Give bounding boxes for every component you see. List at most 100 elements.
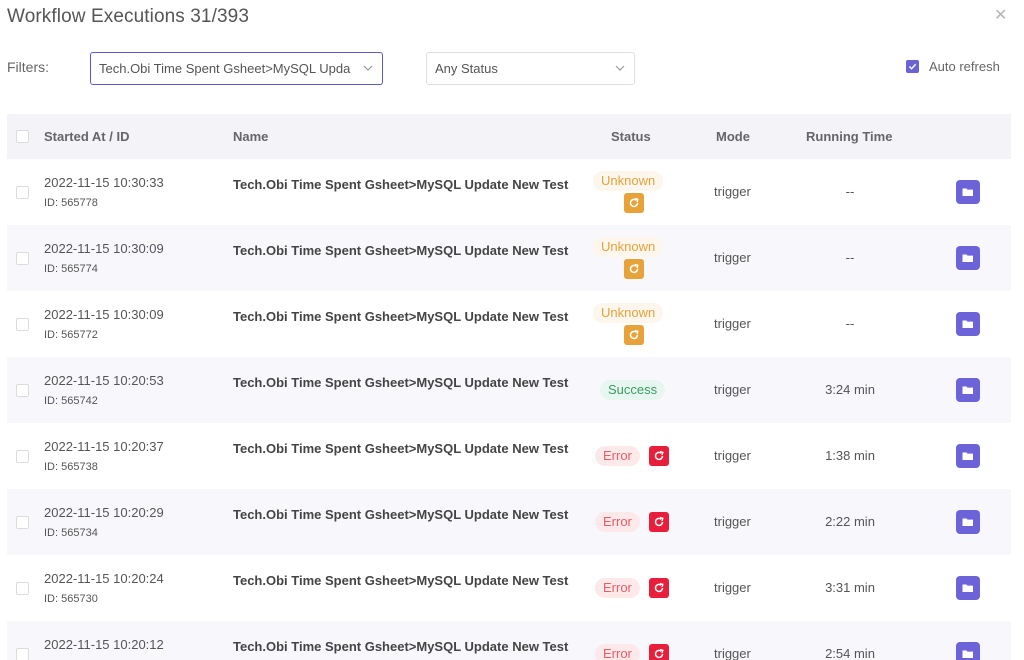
retry-button[interactable] <box>624 325 644 345</box>
status-badge: Error <box>595 578 640 598</box>
row-checkbox[interactable] <box>16 516 29 529</box>
running-time: 3:31 min <box>825 580 875 595</box>
started-at: 2022-11-15 10:30:33 <box>44 175 164 190</box>
table-row[interactable]: 2022-11-15 10:30:09 ID: 565772 Tech.Obi Ti… <box>7 291 1011 357</box>
execution-mode: trigger <box>714 184 751 199</box>
running-time: 3:24 min <box>825 382 875 397</box>
running-time: -- <box>845 316 855 331</box>
row-checkbox[interactable] <box>16 648 29 660</box>
retry-icon <box>629 197 639 208</box>
execution-mode: trigger <box>714 580 751 595</box>
execution-mode: trigger <box>714 646 751 660</box>
row-checkbox[interactable] <box>16 186 29 199</box>
workflow-name: Tech.Obi Time Spent Gsheet>MySQL Update … <box>233 639 569 654</box>
retry-button[interactable] <box>649 578 669 598</box>
open-execution-button[interactable] <box>956 642 980 660</box>
open-execution-button[interactable] <box>956 180 980 204</box>
table-row[interactable]: 2022-11-15 10:20:12ID: 565726Tech.Obi Ti… <box>7 621 1011 660</box>
open-execution-button[interactable] <box>956 510 980 534</box>
open-execution-button[interactable] <box>956 378 980 402</box>
started-at: 2022-11-15 10:20:12 <box>44 637 164 652</box>
auto-refresh-checkbox[interactable] <box>906 60 919 73</box>
header-status: Status <box>611 129 651 144</box>
status-filter-value: Any Status <box>435 61 498 76</box>
table-row[interactable]: 2022-11-15 10:20:29 ID: 565734 Tech.Obi Ti… <box>7 489 1011 555</box>
started-at: 2022-11-15 10:20:37 <box>44 439 164 454</box>
close-icon[interactable]: ✕ <box>994 6 1007 26</box>
table-row[interactable]: 2022-11-15 10:20:37 ID: 565738 Tech.Obi Ti… <box>7 423 1011 489</box>
folder-open-icon <box>962 386 973 394</box>
workflow-name: Tech.Obi Time Spent Gsheet>MySQL Update … <box>233 573 569 588</box>
retry-button[interactable] <box>649 446 669 466</box>
execution-id: ID: 565730 <box>44 593 98 605</box>
execution-id: ID: 565734 <box>44 527 98 539</box>
retry-icon <box>654 450 664 461</box>
row-checkbox[interactable] <box>16 318 29 331</box>
open-execution-button[interactable] <box>956 576 980 600</box>
header-name: Name <box>233 129 269 144</box>
executions-table: Started At / ID Name Status Mode Running… <box>7 114 1011 660</box>
running-time: -- <box>845 250 855 265</box>
header-running-time: Running Time <box>806 129 893 144</box>
retry-button[interactable] <box>649 512 669 532</box>
retry-button[interactable] <box>649 644 669 660</box>
execution-id: ID: 565742 <box>44 395 98 407</box>
open-execution-button[interactable] <box>956 246 980 270</box>
execution-mode: trigger <box>714 514 751 529</box>
header-started: Started At / ID <box>44 129 130 144</box>
table-body: 2022-11-15 10:30:33 ID: 565778 Tech.Obi Ti… <box>7 159 1011 660</box>
chevron-down-icon <box>615 65 625 71</box>
workflow-filter-value: Tech.Obi Time Spent Gsheet>MySQL Upda <box>99 61 351 76</box>
execution-id: ID: 565738 <box>44 461 98 473</box>
filters-label: Filters: <box>7 59 49 75</box>
select-all-checkbox[interactable] <box>16 130 29 143</box>
folder-open-icon <box>962 320 973 328</box>
workflow-name: Tech.Obi Time Spent Gsheet>MySQL Update … <box>233 441 569 456</box>
started-at: 2022-11-15 10:20:29 <box>44 505 164 520</box>
row-checkbox[interactable] <box>16 582 29 595</box>
open-execution-button[interactable] <box>956 312 980 336</box>
status-badge: Unknown <box>593 237 664 257</box>
retry-button[interactable] <box>624 259 644 279</box>
workflow-name: Tech.Obi Time Spent Gsheet>MySQL Update … <box>233 507 569 522</box>
folder-open-icon <box>962 650 973 658</box>
table-row[interactable]: 2022-11-15 10:20:53 ID: 565742 Tech.Obi Ti… <box>7 357 1011 423</box>
retry-icon <box>654 648 664 659</box>
auto-refresh-label: Auto refresh <box>929 59 1000 74</box>
execution-id: ID: 565772 <box>44 329 98 341</box>
retry-icon <box>629 263 639 274</box>
started-at: 2022-11-15 10:20:24 <box>44 571 164 586</box>
table-row[interactable]: 2022-11-15 10:30:33 ID: 565778 Tech.Obi Ti… <box>7 159 1011 225</box>
table-row[interactable]: 2022-11-15 10:30:09 ID: 565774 Tech.Obi Ti… <box>7 225 1011 291</box>
modal-title: Workflow Executions 31/393 <box>7 6 249 27</box>
started-at: 2022-11-15 10:30:09 <box>44 307 164 322</box>
status-badge: Unknown <box>593 303 664 323</box>
status-badge: Unknown <box>593 171 664 191</box>
folder-open-icon <box>962 452 973 460</box>
retry-icon <box>654 516 664 527</box>
running-time: -- <box>845 184 855 199</box>
status-badge: Success <box>600 380 666 400</box>
row-checkbox[interactable] <box>16 384 29 397</box>
status-badge: Error <box>595 446 640 466</box>
check-icon <box>908 63 917 70</box>
execution-id: ID: 565778 <box>44 197 98 209</box>
retry-button[interactable] <box>624 193 644 213</box>
status-filter-select[interactable]: Any Status <box>426 52 635 85</box>
workflow-filter-select[interactable]: Tech.Obi Time Spent Gsheet>MySQL Upda <box>90 52 383 85</box>
status-badge: Error <box>595 512 640 532</box>
folder-open-icon <box>962 188 973 196</box>
folder-open-icon <box>962 584 973 592</box>
execution-id: ID: 565774 <box>44 263 98 275</box>
open-execution-button[interactable] <box>956 444 980 468</box>
workflow-name: Tech.Obi Time Spent Gsheet>MySQL Update … <box>233 309 569 324</box>
started-at: 2022-11-15 10:20:53 <box>44 373 164 388</box>
workflow-name: Tech.Obi Time Spent Gsheet>MySQL Update … <box>233 243 569 258</box>
auto-refresh-toggle[interactable]: Auto refresh <box>906 59 1000 74</box>
row-checkbox[interactable] <box>16 252 29 265</box>
workflow-name: Tech.Obi Time Spent Gsheet>MySQL Update … <box>233 375 569 390</box>
retry-icon <box>654 582 664 593</box>
started-at: 2022-11-15 10:30:09 <box>44 241 164 256</box>
row-checkbox[interactable] <box>16 450 29 463</box>
table-row[interactable]: 2022-11-15 10:20:24 ID: 565730 Tech.Obi Ti… <box>7 555 1011 621</box>
